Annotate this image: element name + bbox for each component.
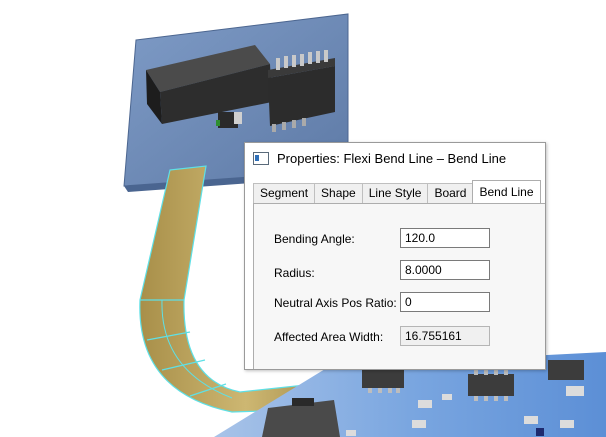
tab-shape[interactable]: Shape	[314, 183, 363, 203]
tab-segment[interactable]: Segment	[253, 183, 316, 203]
tab-board[interactable]: Board	[427, 183, 474, 203]
bending-angle-input[interactable]	[400, 228, 490, 248]
tab-bend-line[interactable]: Bend Line	[472, 180, 541, 203]
tab-strip: Segment Shape Line Style Board Bend Line	[253, 180, 541, 203]
dialog-titlebar[interactable]: Properties: Flexi Bend Line – Bend Line	[245, 143, 545, 173]
neutral-axis-pos-ratio-input[interactable]	[400, 292, 490, 312]
radius-input[interactable]	[400, 260, 490, 280]
properties-dialog: Properties: Flexi Bend Line – Bend Line …	[244, 142, 546, 370]
bending-angle-label: Bending Angle:	[274, 232, 355, 246]
affected-area-width-field	[400, 326, 490, 346]
window-icon	[253, 151, 269, 165]
radius-label: Radius:	[274, 266, 315, 280]
neutral-axis-pos-ratio-label: Neutral Axis Pos Ratio:	[274, 296, 397, 310]
tab-line-style[interactable]: Line Style	[361, 183, 429, 203]
affected-area-width-label: Affected Area Width:	[274, 330, 384, 344]
dialog-title: Properties: Flexi Bend Line – Bend Line	[277, 150, 507, 166]
bend-line-panel: Bending Angle: Radius: Neutral Axis Pos …	[253, 203, 545, 369]
